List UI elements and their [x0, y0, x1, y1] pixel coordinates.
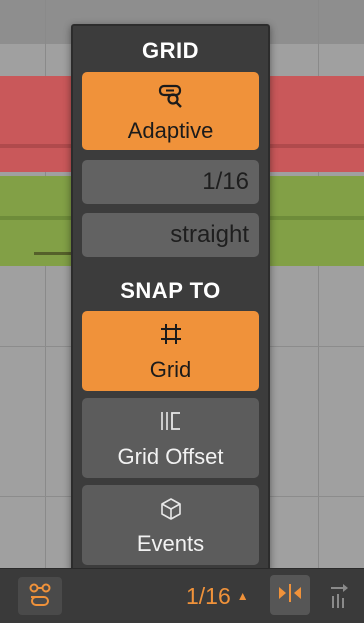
grid-icon	[160, 323, 182, 350]
adaptive-label: Adaptive	[127, 118, 214, 143]
snap-grid-offset-label: Grid Offset	[117, 444, 224, 469]
adaptive-zoom-icon	[157, 82, 185, 113]
grid-mode-value: straight	[170, 221, 249, 248]
snap-section-title: SNAP TO	[120, 278, 221, 303]
clip-content-line	[34, 252, 74, 255]
cube-icon	[159, 497, 183, 526]
grid-offset-icon	[159, 410, 183, 437]
snap-grid-label: Grid	[149, 357, 192, 382]
snap-events-button[interactable]: Events	[82, 485, 259, 565]
snap-grid-button[interactable]: Grid	[82, 311, 259, 391]
snap-events-label: Events	[136, 531, 205, 556]
grid-snap-popup: GRID Adaptive 1/16 straight SNAP TO Grid…	[71, 24, 270, 574]
grid-readout[interactable]: 1/16 ▲	[186, 581, 249, 611]
snap-grid-offset-button[interactable]: Grid Offset	[82, 398, 259, 478]
grid-section-title: GRID	[142, 38, 199, 63]
automation-icon	[26, 581, 54, 612]
grid-value-field[interactable]: 1/16	[82, 160, 259, 204]
arrow-right-icon[interactable]	[322, 577, 356, 615]
grid-value: 1/16	[202, 168, 249, 195]
bottom-status-bar: 1/16 ▲	[0, 568, 364, 623]
grid-mode-field[interactable]: straight	[82, 213, 259, 257]
snap-toggle-button[interactable]	[270, 575, 310, 615]
snap-icon	[277, 582, 303, 609]
adaptive-grid-button[interactable]: Adaptive	[82, 72, 259, 150]
automation-button[interactable]	[18, 577, 62, 615]
grid-readout-value: 1/16	[186, 582, 231, 609]
caret-up-icon: ▲	[236, 589, 249, 603]
